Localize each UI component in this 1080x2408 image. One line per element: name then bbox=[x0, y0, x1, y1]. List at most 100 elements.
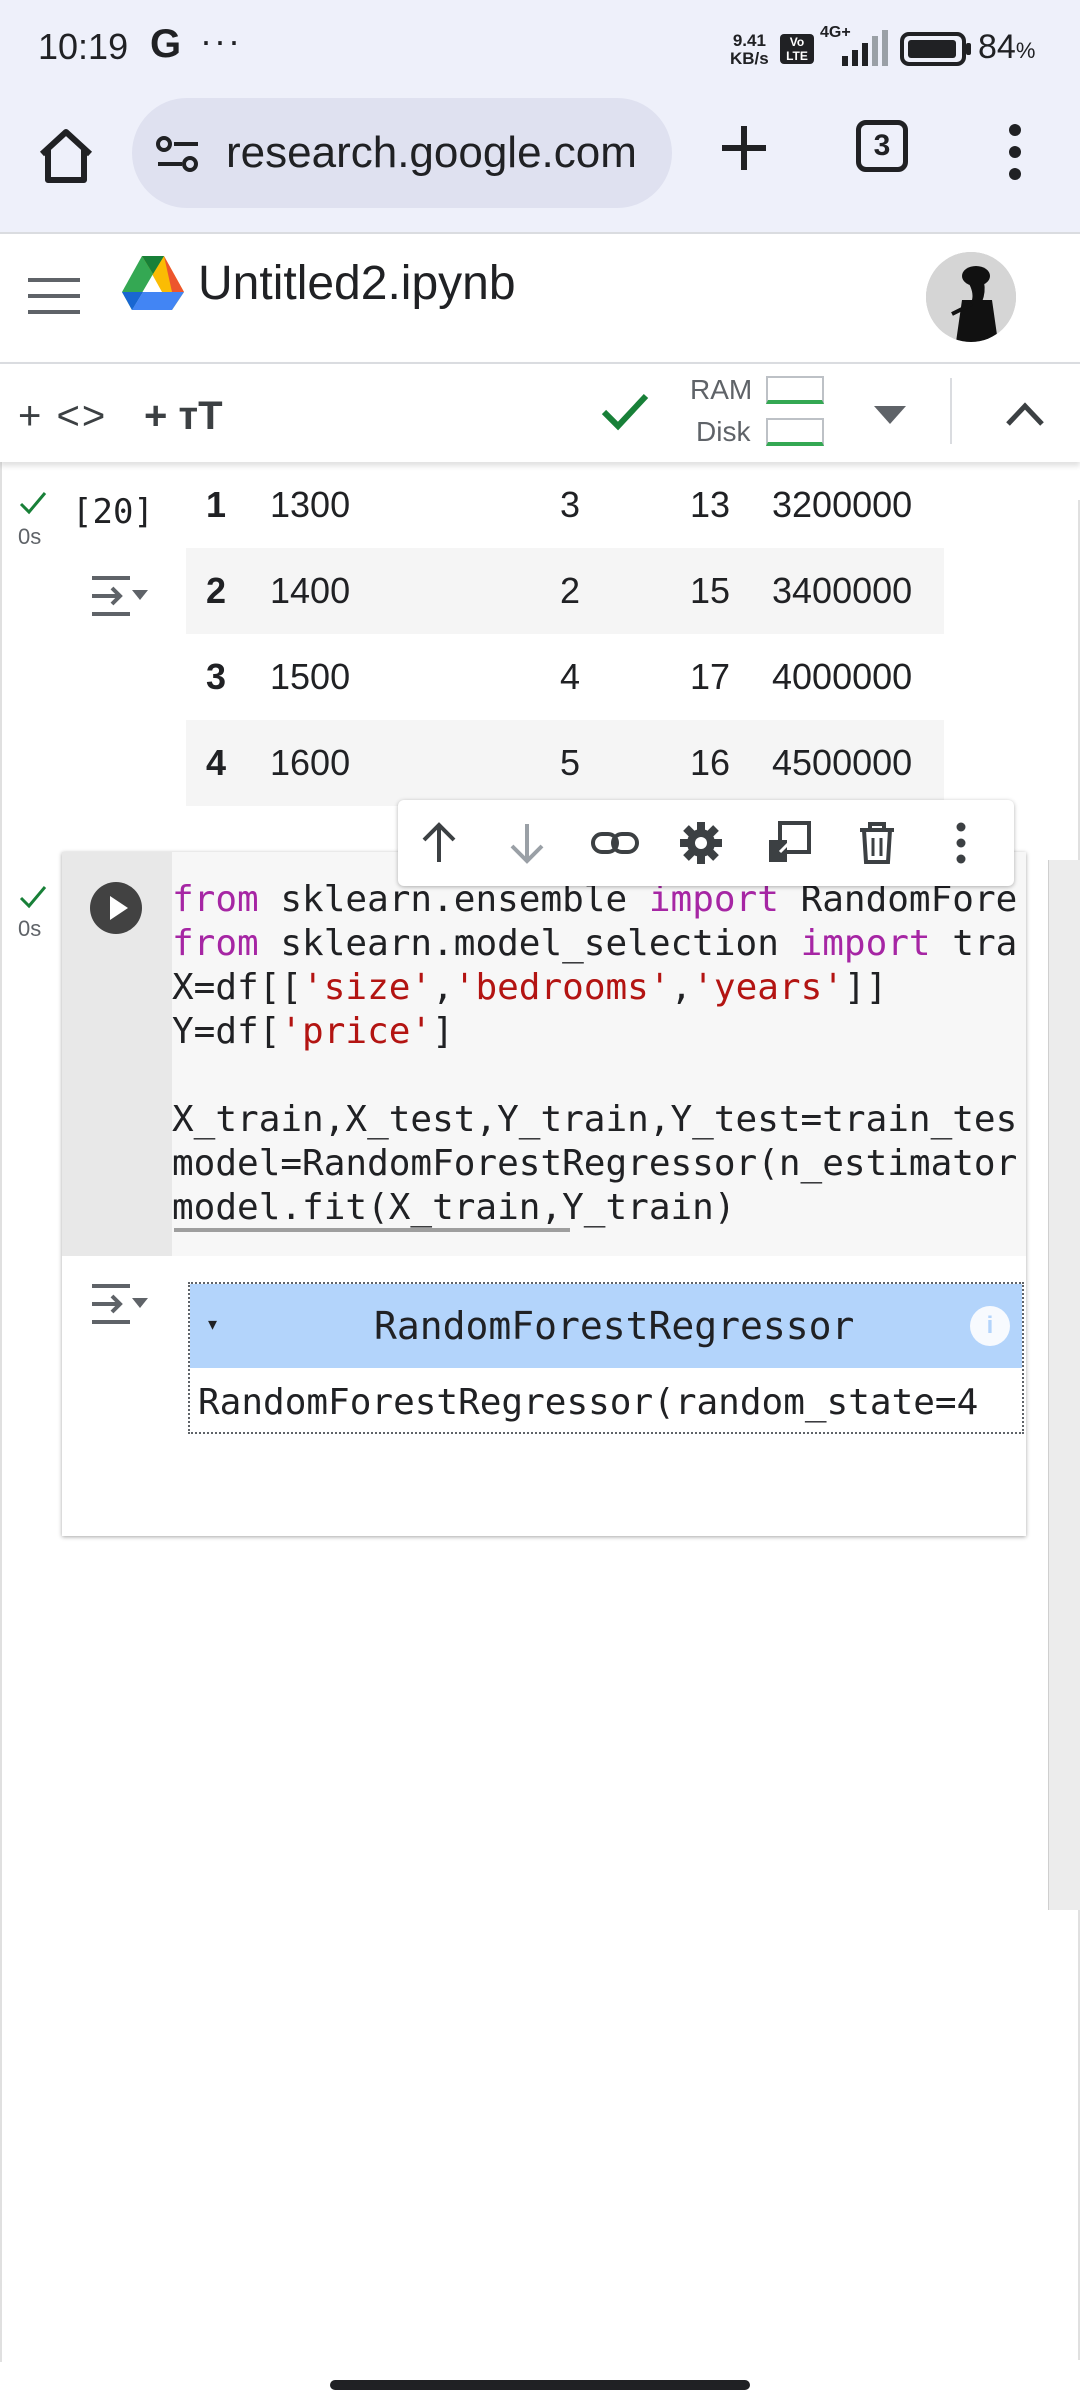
output-actions-icon[interactable] bbox=[90, 1282, 150, 1326]
notebook-title[interactable]: Untitled2.ipynb bbox=[198, 256, 516, 311]
avatar[interactable] bbox=[926, 252, 1016, 342]
user-silhouette-icon bbox=[926, 252, 1016, 342]
info-icon[interactable]: i bbox=[970, 1306, 1010, 1346]
string-literal: 'price' bbox=[280, 1011, 433, 1052]
battery-percent-unit: % bbox=[1015, 38, 1036, 63]
row-index: 4 bbox=[186, 720, 270, 806]
cell-price: 3400000 bbox=[772, 548, 944, 634]
cell-years: 13 bbox=[690, 484, 731, 525]
row-index: 1 bbox=[206, 484, 227, 525]
code-text: tra bbox=[930, 923, 1018, 964]
code-line-3[interactable]: X=df[['size','bedrooms','years']] bbox=[172, 966, 887, 1010]
execution-count: [20] bbox=[72, 492, 154, 532]
cell-gutter bbox=[62, 852, 172, 1256]
disk-label[interactable]: Disk bbox=[696, 416, 750, 448]
collapse-toggle-icon[interactable]: ▾ bbox=[208, 1314, 217, 1335]
gear-icon bbox=[680, 822, 722, 864]
row-index: 2 bbox=[186, 548, 270, 634]
ram-meter[interactable] bbox=[766, 376, 824, 404]
cell-size: 1300 bbox=[270, 484, 351, 525]
add-code-cell-button[interactable]: + <> bbox=[18, 394, 107, 439]
code-text: , bbox=[432, 967, 454, 1008]
string-literal: 'size' bbox=[302, 967, 433, 1008]
network-speed-unit: KB/s bbox=[730, 49, 769, 68]
code-text: Y=df[ bbox=[172, 1011, 281, 1052]
code-text: ]] bbox=[843, 967, 888, 1008]
cell-bedrooms: 5 bbox=[560, 720, 690, 806]
google-app-icon: G bbox=[150, 22, 182, 66]
code-text: sklearn.model_selection bbox=[258, 923, 801, 964]
code-line-7[interactable]: model.fit(X_train,Y_train) bbox=[172, 1186, 736, 1230]
more-notifications-icon: ··· bbox=[200, 20, 242, 61]
resources-dropdown-button[interactable] bbox=[872, 404, 908, 426]
hover-underline bbox=[174, 1228, 570, 1232]
status-time: 10:19 bbox=[38, 26, 129, 67]
battery-icon bbox=[900, 32, 972, 66]
cell-years: 15 bbox=[690, 548, 772, 634]
ram-label[interactable]: RAM bbox=[690, 374, 752, 406]
keyword: from bbox=[172, 879, 259, 920]
copy-link-button[interactable] bbox=[590, 820, 640, 866]
move-cell-down-button[interactable] bbox=[504, 820, 550, 866]
network-speed-value: 9.41 bbox=[732, 31, 766, 50]
cell-bedrooms: 3 bbox=[560, 484, 581, 525]
more-cell-actions-button[interactable] bbox=[946, 820, 976, 866]
google-drive-icon[interactable] bbox=[122, 254, 184, 310]
toolbar-divider bbox=[950, 378, 952, 444]
code-text: , bbox=[670, 967, 693, 1008]
volte-icon: Vo LTE bbox=[780, 34, 814, 64]
home-icon bbox=[39, 129, 93, 183]
cell-size: 1500 bbox=[270, 656, 351, 697]
table-row: 4 1600 5 16 4500000 bbox=[186, 720, 944, 806]
menu-button[interactable] bbox=[28, 274, 80, 318]
disk-meter[interactable] bbox=[766, 418, 824, 446]
mirror-cell-button[interactable] bbox=[766, 820, 812, 866]
move-cell-up-button[interactable] bbox=[416, 820, 462, 866]
dropdown-arrow-icon bbox=[874, 406, 906, 424]
dataframe-table: 1 1300 3 13 3200000 2 1400 2 15 3400000 … bbox=[186, 462, 944, 806]
cell-price: 4500000 bbox=[772, 720, 944, 806]
keyword: import bbox=[800, 923, 931, 964]
plus-icon bbox=[722, 126, 766, 170]
scrollbar[interactable] bbox=[1048, 860, 1080, 1910]
url-text[interactable]: research.google.com bbox=[226, 128, 637, 178]
run-cell-button[interactable] bbox=[90, 882, 142, 934]
add-text-cell-button[interactable]: + тT bbox=[144, 394, 223, 439]
code-text: ] bbox=[432, 1011, 454, 1052]
code-line-6[interactable]: model=RandomForestRegressor(n_estimator bbox=[172, 1142, 1017, 1186]
code-line-2[interactable]: from sklearn.model_selection import tra bbox=[172, 922, 1017, 966]
cell-settings-button[interactable] bbox=[678, 820, 724, 866]
table-row: 3 1500 4 17 4000000 bbox=[186, 634, 944, 720]
keyword: from bbox=[172, 923, 259, 964]
more-vert-icon bbox=[956, 822, 966, 864]
code-line-5[interactable]: X_train,X_test,Y_train,Y_test=train_tes bbox=[172, 1098, 1017, 1142]
mirror-tab-icon bbox=[769, 821, 811, 862]
row-index: 3 bbox=[206, 656, 227, 697]
delete-cell-button[interactable] bbox=[854, 820, 900, 866]
output-actions-icon[interactable] bbox=[90, 574, 150, 618]
battery-percent-value: 84 bbox=[978, 28, 1016, 66]
estimator-header[interactable]: ▾ RandomForestRegressor i bbox=[190, 1284, 1022, 1368]
signal-icon: 4G+ bbox=[820, 24, 890, 68]
address-bar[interactable]: research.google.com bbox=[132, 98, 672, 208]
collapse-toolbar-button[interactable] bbox=[1004, 400, 1046, 428]
more-vert-icon bbox=[1009, 124, 1021, 180]
browser-menu-button[interactable] bbox=[1000, 116, 1030, 186]
table-row: 1 1300 3 13 3200000 bbox=[186, 462, 944, 548]
network-type-label: 4G+ bbox=[820, 24, 851, 41]
site-info-icon[interactable] bbox=[154, 134, 202, 174]
code-line-4[interactable]: Y=df['price'] bbox=[172, 1010, 454, 1054]
tab-switcher-button[interactable]: 3 bbox=[856, 120, 908, 172]
new-tab-button[interactable] bbox=[714, 118, 774, 178]
home-button[interactable] bbox=[34, 124, 98, 188]
arrow-down-icon bbox=[510, 824, 544, 864]
gesture-navigation-bar[interactable] bbox=[330, 2380, 750, 2390]
cell-bedrooms: 4 bbox=[560, 656, 581, 697]
estimator-output: ▾ RandomForestRegressor i RandomForestRe… bbox=[188, 1282, 1024, 1434]
cell-execution-time: 0s bbox=[18, 524, 42, 549]
connected-check-icon[interactable] bbox=[600, 390, 650, 434]
cell-price: 3200000 bbox=[772, 484, 913, 525]
cell-size: 1600 bbox=[270, 720, 560, 806]
cell-size: 1400 bbox=[270, 548, 560, 634]
colab-header: Untitled2.ipynb bbox=[0, 232, 1080, 362]
